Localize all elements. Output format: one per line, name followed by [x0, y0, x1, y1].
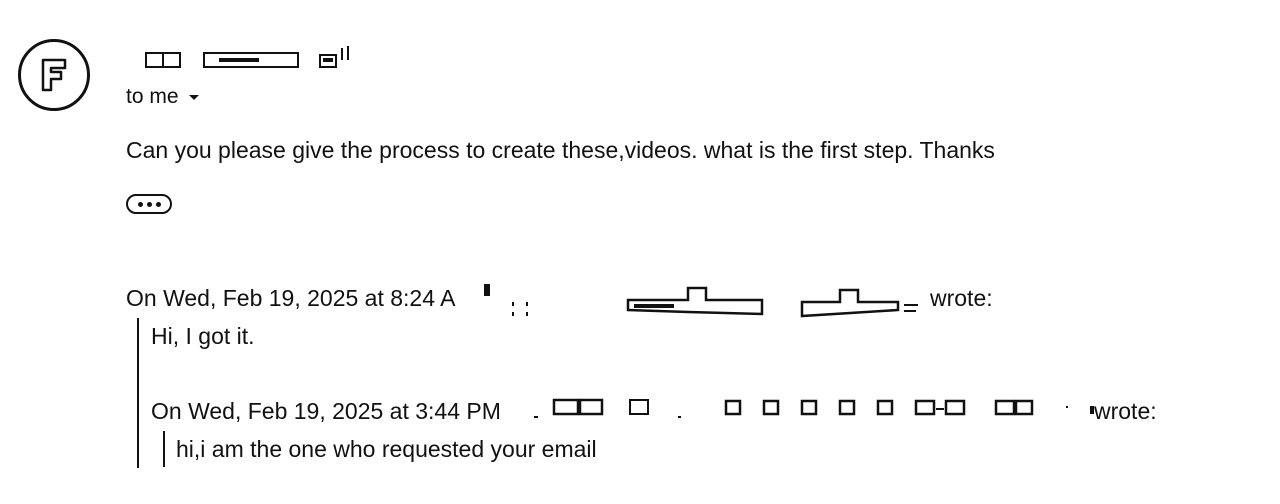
- quote1-header: On Wed, Feb 19, 2025 at 8:24 A: [126, 285, 456, 311]
- more-horizontal-icon: [137, 201, 143, 207]
- message-body: Can you please give the process to creat…: [126, 137, 995, 163]
- show-trimmed-content-button[interactable]: [126, 194, 172, 214]
- quote2-sender-redacted: [534, 398, 1094, 418]
- quote1-bar: [137, 318, 139, 468]
- sender-avatar[interactable]: [18, 39, 90, 111]
- quote1-wrote: wrote:: [930, 285, 993, 311]
- quote1-sender-redacted: [484, 284, 918, 318]
- quote1-text: Hi, I got it.: [151, 323, 255, 349]
- letter-f-avatar-icon: [41, 58, 67, 92]
- recipient-label: to me: [126, 85, 179, 108]
- chevron-down-icon: [188, 95, 199, 100]
- quote2-bar: [163, 431, 165, 467]
- quote2-header: On Wed, Feb 19, 2025 at 3:44 PM: [151, 398, 501, 424]
- recipient-dropdown[interactable]: to me: [126, 85, 201, 109]
- quote2-wrote: wrote:: [1094, 398, 1157, 424]
- quote2-text: hi,i am the one who requested your email: [176, 436, 597, 462]
